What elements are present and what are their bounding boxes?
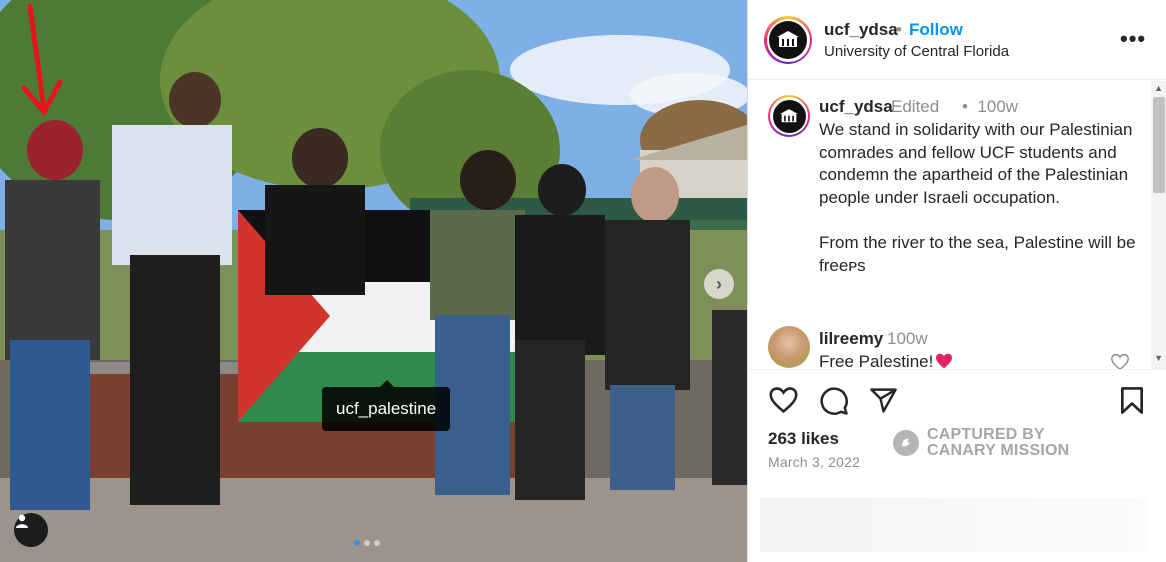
follow-button[interactable]: Follow [909,20,963,40]
ydsa-logo-icon [777,31,799,47]
likes-count[interactable]: 263 likes [768,429,839,449]
add-comment-area[interactable] [760,498,1149,552]
header-separator: • [896,20,902,39]
canary-mission-watermark: CAPTURED BY CANARY MISSION [893,427,1069,459]
user-tag-label: ucf_palestine [336,399,437,418]
post-date[interactable]: March 3, 2022 [768,454,860,470]
watermark-line-2: CANARY MISSION [927,442,1070,459]
carousel-dot [374,540,380,546]
canary-bird-icon [893,430,919,456]
caption-edited-label: Edited [891,97,940,116]
post-location[interactable]: University of Central Florida [824,43,1009,60]
comments-scrollbar[interactable]: ▲ ▼ [1151,81,1166,369]
comment-time: 100w [887,329,928,348]
commenter-avatar[interactable] [768,326,810,368]
ydsa-logo-icon [780,108,798,122]
comment-username[interactable]: lilreemy [819,329,883,349]
tagged-users-button[interactable] [14,513,48,547]
comment-like-heart-icon[interactable] [1110,353,1130,369]
carousel-next-button[interactable]: › [704,269,734,299]
comments-section[interactable]: ucf_ydsa Edited • 100w We stand in solid… [748,81,1166,369]
watermark-line-1: CAPTURED BY [927,426,1045,443]
comment-text: Free Palestine! [819,352,934,369]
chevron-right-icon: › [716,273,722,294]
caption-username[interactable]: ucf_ydsa [819,97,893,117]
scrollbar-thumb[interactable] [1153,97,1165,193]
scroll-down-arrow-icon[interactable]: ▼ [1154,353,1163,363]
user-tag-bubble[interactable]: ucf_palestine [322,380,451,431]
more-horizontal-icon[interactable]: ••• [1120,26,1146,52]
caption-text: We stand in solidarity with our Palestin… [819,120,1136,275]
share-icon[interactable] [869,386,898,415]
user-icon [16,514,28,528]
carousel-dot [364,540,370,546]
caption-timestamp: • 100w [962,97,1018,117]
red-heart-emoji-icon [936,353,952,369]
post-header: ucf_ydsa • Follow University of Central … [748,0,1166,80]
scroll-up-arrow-icon[interactable]: ▲ [1154,83,1163,93]
author-username[interactable]: ucf_ydsa [824,20,898,40]
section-divider [748,369,1166,370]
caption-avatar[interactable] [768,95,810,137]
comment-icon[interactable] [819,386,849,416]
bookmark-icon[interactable] [1119,386,1145,415]
heart-icon[interactable] [768,386,799,414]
carousel-dot [354,540,360,546]
post-sidebar: ucf_ydsa • Follow University of Central … [747,0,1166,562]
caption-separator: • [962,97,968,116]
caption-time: 100w [977,97,1019,116]
action-bar [748,380,1166,424]
post-image[interactable]: ucf_palestine › [0,0,747,562]
carousel-indicator [354,540,380,546]
author-avatar[interactable] [764,16,812,64]
post-photo-illustration [0,0,747,562]
